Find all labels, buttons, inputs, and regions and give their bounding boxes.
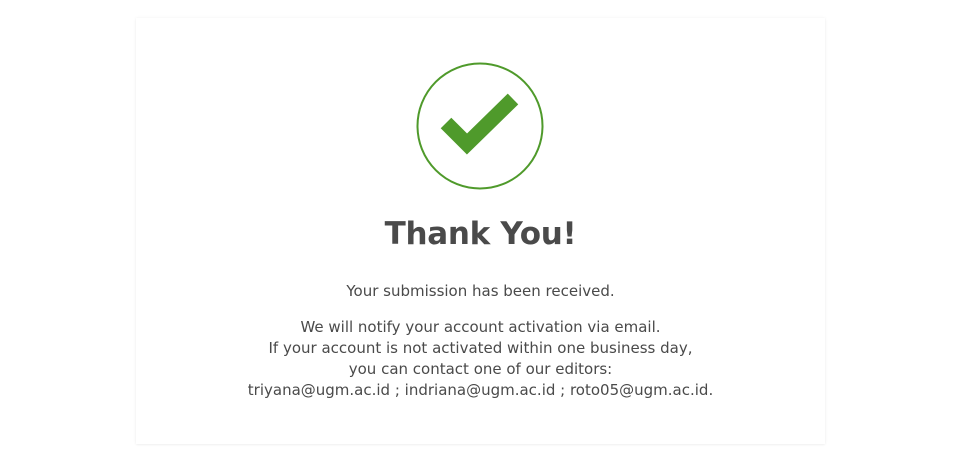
- notice-line: If your account is not activated within …: [268, 339, 693, 357]
- page-title: Thank You!: [384, 216, 577, 252]
- activation-notice: We will notify your account activation v…: [136, 317, 825, 401]
- check-circle-icon: [416, 62, 544, 190]
- editor-emails: triyana@ugm.ac.id ; indriana@ugm.ac.id ;…: [247, 381, 714, 399]
- received-message: Your submission has been received.: [346, 282, 615, 300]
- notice-line: We will notify your account activation v…: [300, 318, 661, 336]
- notice-line: you can contact one of our editors:: [348, 360, 613, 378]
- confirmation-card: Thank You! Your submission has been rece…: [136, 18, 825, 444]
